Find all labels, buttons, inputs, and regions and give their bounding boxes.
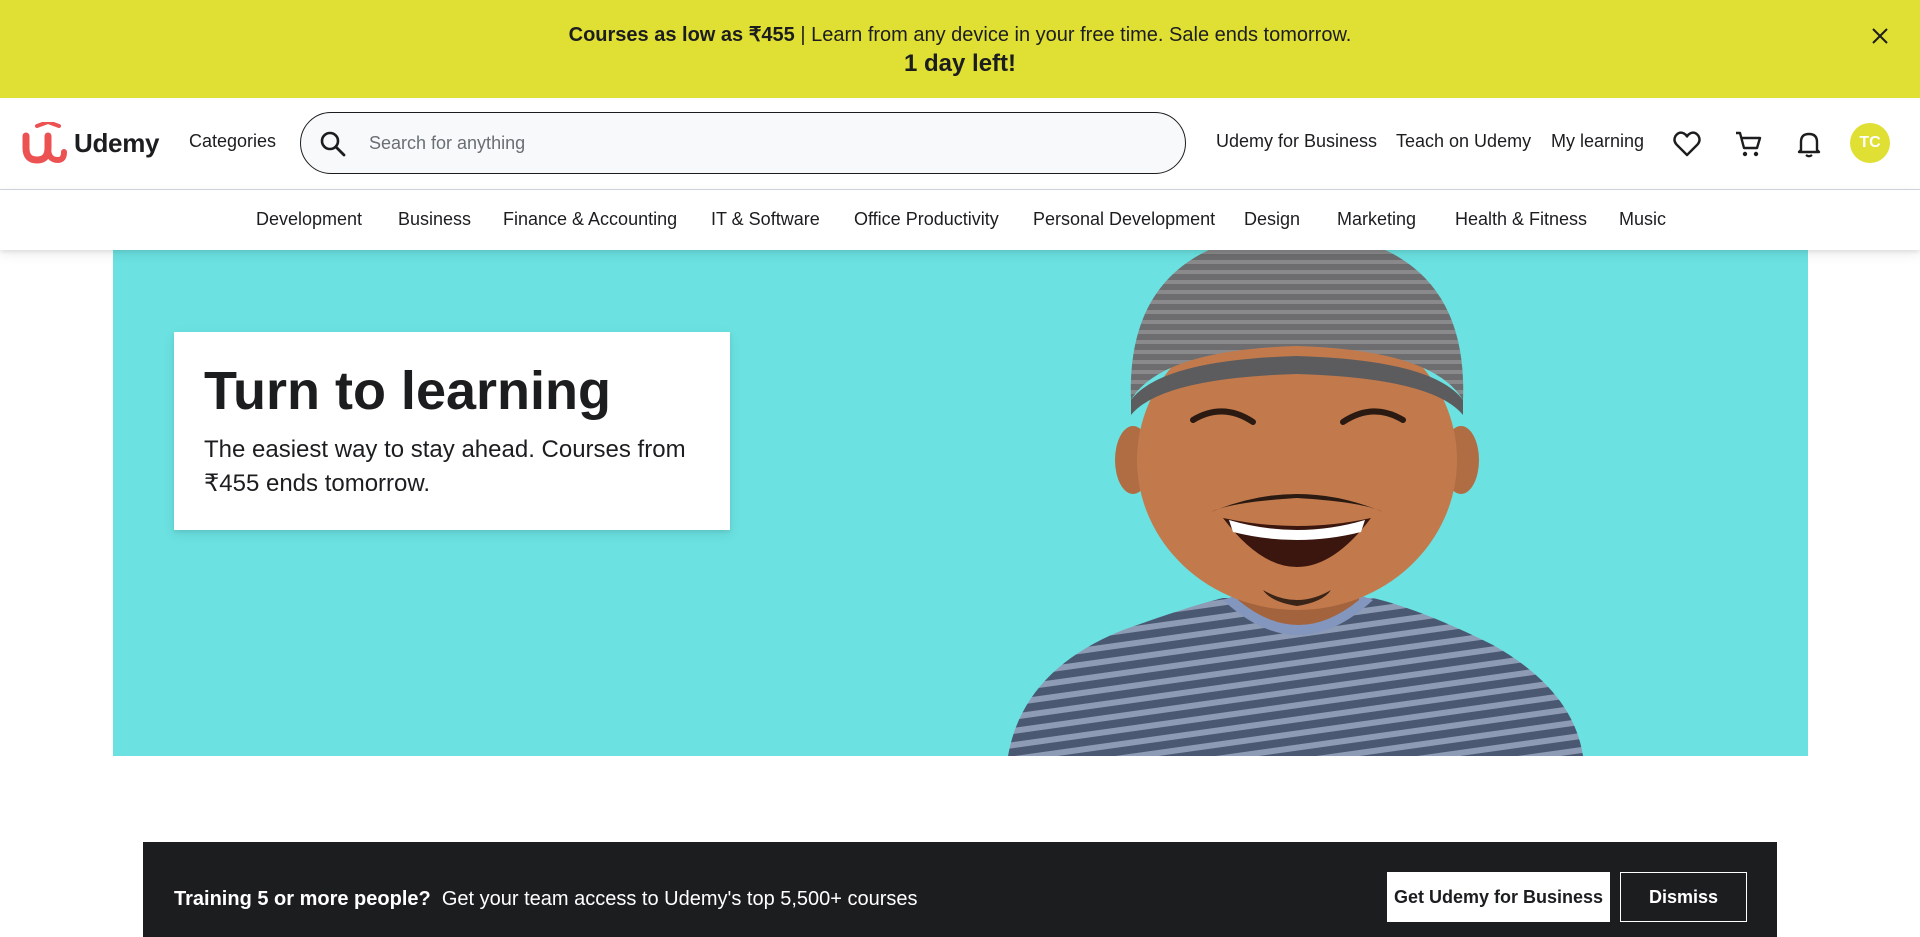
cart-button[interactable] bbox=[1732, 128, 1764, 160]
search-input[interactable] bbox=[367, 127, 1147, 159]
promo-bold-text: Courses as low as ₹455 bbox=[568, 24, 795, 46]
category-finance-accounting[interactable]: Finance & Accounting bbox=[503, 209, 677, 230]
category-marketing[interactable]: Marketing bbox=[1337, 209, 1416, 230]
category-business[interactable]: Business bbox=[398, 209, 471, 230]
category-it-software[interactable]: IT & Software bbox=[711, 209, 820, 230]
heart-icon bbox=[1673, 131, 1701, 157]
category-development[interactable]: Development bbox=[256, 209, 362, 230]
site-header: Udemy Categories Udemy for Business Teac… bbox=[0, 98, 1920, 190]
wishlist-button[interactable] bbox=[1671, 128, 1703, 160]
promo-rest-text: | Learn from any device in your free tim… bbox=[794, 24, 1352, 46]
promo-countdown: 1 day left! bbox=[903, 50, 1017, 77]
category-nav: Development Business Finance & Accountin… bbox=[0, 190, 1920, 250]
hero-subtitle: The easiest way to stay ahead. Courses f… bbox=[204, 436, 686, 497]
hero-banner: Turn to learning The easiest way to stay… bbox=[113, 250, 1808, 756]
promo-message: Courses as low as ₹455 | Learn from any … bbox=[0, 22, 1920, 47]
category-health-fitness[interactable]: Health & Fitness bbox=[1455, 209, 1587, 230]
close-icon bbox=[1872, 28, 1888, 44]
category-design[interactable]: Design bbox=[1244, 209, 1300, 230]
hero-card: Turn to learning The easiest way to stay… bbox=[174, 332, 730, 530]
get-udemy-for-business-button[interactable]: Get Udemy for Business bbox=[1387, 872, 1610, 922]
business-promo-strip: Training 5 or more people? Get your team… bbox=[143, 842, 1777, 937]
dismiss-button[interactable]: Dismiss bbox=[1620, 872, 1747, 922]
category-office-productivity[interactable]: Office Productivity bbox=[854, 209, 999, 230]
search-icon[interactable] bbox=[319, 130, 347, 158]
logo-text: Udemy bbox=[74, 127, 160, 158]
business-promo-message: Get your team access to Udemy's top 5,50… bbox=[441, 888, 918, 910]
hero-person-illustration bbox=[1008, 250, 1583, 756]
udemy-logo-icon bbox=[22, 122, 67, 164]
my-learning-link[interactable]: My learning bbox=[1551, 131, 1644, 152]
business-promo-text: Training 5 or more people? Get your team… bbox=[174, 888, 918, 911]
category-personal-development[interactable]: Personal Development bbox=[1033, 209, 1215, 230]
udemy-logo[interactable]: Udemy bbox=[20, 122, 160, 164]
bell-icon bbox=[1797, 132, 1821, 158]
cart-icon bbox=[1736, 131, 1762, 157]
categories-menu[interactable]: Categories bbox=[189, 131, 276, 152]
teach-on-udemy-link[interactable]: Teach on Udemy bbox=[1396, 131, 1531, 152]
hero-title: Turn to learning bbox=[204, 361, 611, 421]
search-bar bbox=[300, 112, 1186, 174]
business-promo-bold: Training 5 or more people? bbox=[174, 888, 431, 910]
category-music[interactable]: Music bbox=[1619, 209, 1666, 230]
close-promo-button[interactable] bbox=[1864, 20, 1896, 52]
notifications-button[interactable] bbox=[1793, 128, 1825, 160]
udemy-for-business-link[interactable]: Udemy for Business bbox=[1216, 131, 1377, 152]
user-avatar[interactable]: TC bbox=[1850, 123, 1890, 163]
promo-banner: Courses as low as ₹455 | Learn from any … bbox=[0, 0, 1920, 98]
